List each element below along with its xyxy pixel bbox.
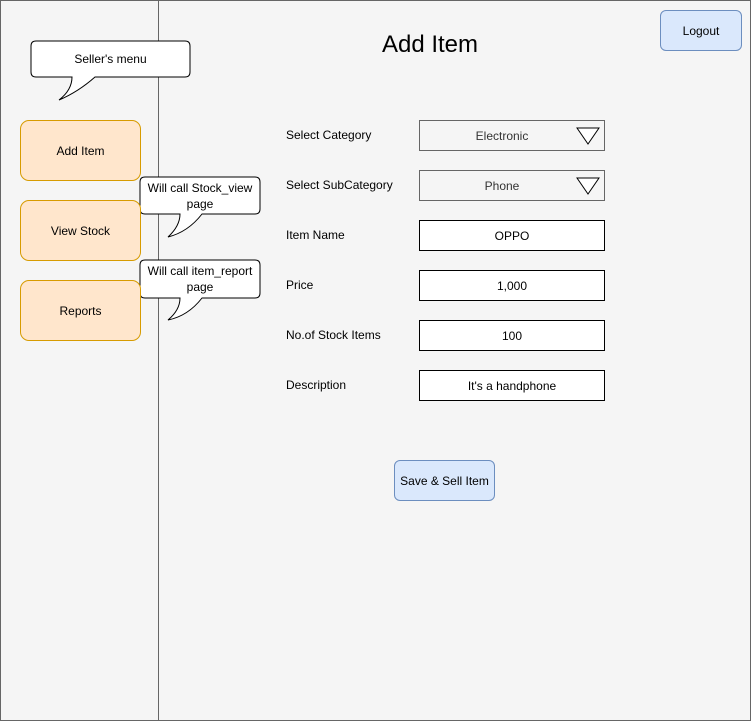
subcategory-value: Phone [484, 178, 520, 193]
description-input[interactable]: It's a handphone [419, 370, 605, 401]
sidebar-item-add-item[interactable]: Add Item [20, 120, 141, 181]
logout-button[interactable]: Logout [660, 10, 742, 51]
item-report-note: Will call item_report page [147, 264, 253, 294]
dropdown-triangle-icon [576, 127, 600, 145]
item-name-label: Item Name [286, 228, 345, 242]
stock-input[interactable]: 100 [419, 320, 605, 351]
description-label: Description [286, 378, 347, 392]
page: Seller's menu Will call Stock_view page … [0, 0, 751, 721]
price-label: Price [286, 278, 314, 292]
subcategory-label: Select SubCategory [286, 178, 393, 192]
category-label: Select Category [286, 128, 372, 142]
dropdown-triangle-icon [576, 177, 600, 195]
subcategory-select[interactable]: Phone [419, 170, 605, 201]
stock-view-note: Will call Stock_view page [147, 180, 253, 211]
sellers-menu-callout: Seller's menu [74, 52, 147, 66]
page-title: Add Item [381, 31, 479, 58]
callout-shapes [30, 40, 261, 321]
category-select[interactable]: Electronic [419, 120, 605, 151]
item-name-input[interactable]: OPPO [419, 220, 605, 251]
sidebar-item-view-stock[interactable]: View Stock [20, 200, 141, 261]
stock-label: No.of Stock Items [286, 328, 381, 342]
category-value: Electronic [475, 128, 529, 143]
price-input[interactable]: 1,000 [419, 270, 605, 301]
sidebar-item-reports[interactable]: Reports [20, 280, 141, 341]
save-sell-item-button[interactable]: Save & Sell Item [394, 460, 495, 501]
